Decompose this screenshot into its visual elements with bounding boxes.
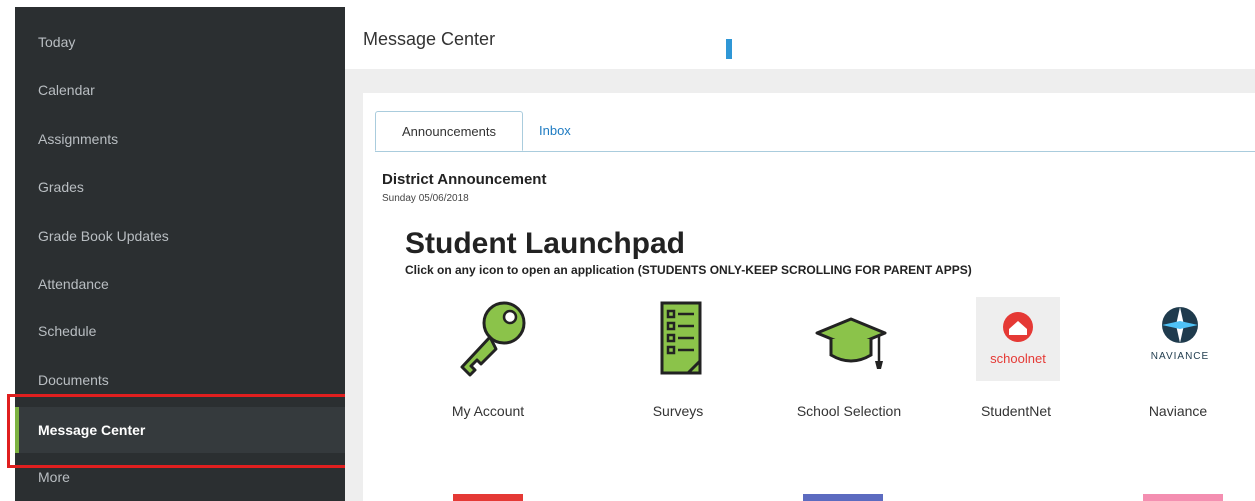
launchpad-title: Student Launchpad: [405, 227, 685, 260]
announcement-title: District Announcement: [382, 171, 547, 188]
sidebar-item-label: Attendance: [38, 276, 109, 292]
message-panel: Announcements Inbox District Announcemen…: [363, 93, 1255, 501]
app-label: School Selection: [796, 403, 902, 419]
content-background: Announcements Inbox District Announcemen…: [345, 69, 1255, 501]
top-edge: [0, 0, 1255, 7]
app-studentnet[interactable]: schoolnet StudentNet: [951, 297, 1081, 447]
app-label: My Account: [451, 403, 525, 419]
tab-announcements[interactable]: Announcements: [375, 111, 523, 151]
sidebar-item-label: Grades: [38, 179, 84, 195]
sidebar-item-label: Today: [38, 34, 76, 50]
schoolnet-logo: schoolnet: [976, 297, 1060, 381]
text-cursor-icon: [726, 39, 732, 59]
graduation-cap-icon: [809, 297, 893, 381]
tab-bar: Announcements Inbox: [375, 111, 1255, 152]
tab-inbox[interactable]: Inbox: [539, 111, 571, 151]
highlight-annotation: [7, 394, 360, 468]
app-label: Surveys: [652, 403, 704, 419]
main-content: Message Center Announcements Inbox Distr…: [345, 7, 1255, 501]
partial-app-icon: [453, 494, 523, 501]
sidebar-item-label: More: [38, 469, 70, 485]
partial-app-icon: [1143, 494, 1223, 501]
app-label: StudentNet: [980, 403, 1052, 419]
schoolnet-logo-text: schoolnet: [990, 351, 1046, 366]
app-my-account[interactable]: My Account: [423, 297, 553, 447]
sidebar-item-today[interactable]: Today: [15, 19, 345, 65]
naviance-logo: NAVIANCE: [1138, 297, 1222, 381]
app-surveys[interactable]: Surveys: [613, 297, 743, 447]
sidebar-item-label: Grade Book Updates: [38, 228, 169, 244]
sidebar-item-calendar[interactable]: Calendar: [15, 67, 345, 113]
naviance-logo-text: NAVIANCE: [1151, 351, 1209, 362]
header-bar: Message Center: [345, 7, 1255, 70]
announcement-date: Sunday 05/06/2018: [382, 193, 469, 204]
sidebar-item-schedule[interactable]: Schedule: [15, 308, 345, 354]
sidebar-item-attendance[interactable]: Attendance: [15, 261, 345, 307]
sidebar-item-label: Documents: [38, 372, 109, 388]
key-icon: [448, 297, 532, 381]
page-title: Message Center: [363, 29, 496, 49]
app-school-selection[interactable]: School Selection: [784, 297, 914, 447]
app-naviance[interactable]: NAVIANCE Naviance: [1113, 297, 1243, 447]
partial-app-icon: [803, 494, 883, 501]
sidebar-item-assignments[interactable]: Assignments: [15, 116, 345, 162]
app-label: Naviance: [1148, 403, 1208, 419]
sidebar-item-label: Assignments: [38, 131, 119, 147]
sidebar-item-label: Schedule: [38, 323, 97, 339]
launchpad-subtitle: Click on any icon to open an application…: [405, 263, 972, 277]
sidebar-item-label: Calendar: [38, 82, 95, 98]
sidebar-item-grades[interactable]: Grades: [15, 164, 345, 210]
sidebar-item-grade-book-updates[interactable]: Grade Book Updates: [15, 213, 345, 259]
checklist-icon: [638, 297, 722, 381]
